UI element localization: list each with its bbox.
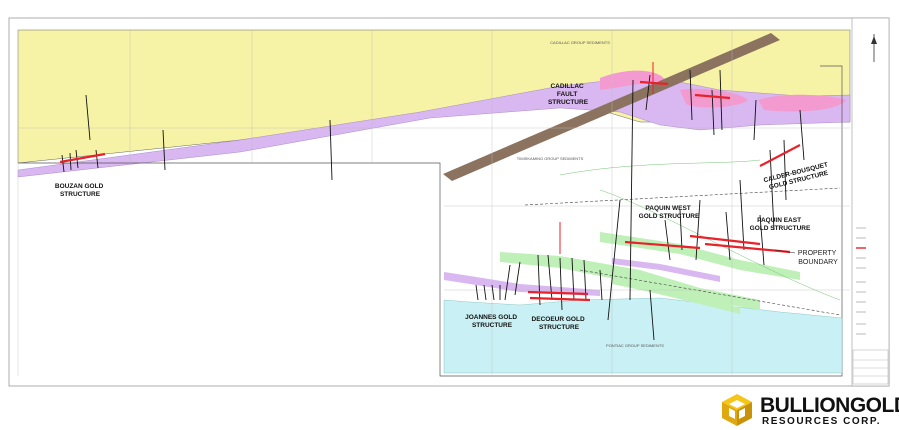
title-block	[852, 349, 889, 385]
geology-map: CADILLAC GROUP SEDIMENTS TIMISKAMING GRO…	[8, 17, 890, 387]
decoeur-structure-label: DECOEUR GOLD STRUCTURE	[532, 316, 587, 331]
bulliongold-logo: BULLIONGOLD RESOURCES CORP.	[718, 392, 899, 428]
joannes-structure-label: JOANNES GOLD STRUCTURE	[465, 314, 519, 329]
paquin-west-structure-label: PAQUIN WEST GOLD STRUCTURE	[639, 205, 700, 220]
logo-subtitle-text: RESOURCES CORP.	[762, 416, 882, 427]
pontiac-sediments-label: PONTIAC GROUP SEDIMENTS	[606, 343, 664, 348]
paquin-east-structure-label: PAQUIN EAST GOLD STRUCTURE	[750, 217, 811, 232]
timiskaming-sediments-label: TIMISKAMING GROUP SEDIMENTS	[517, 156, 584, 161]
cadillac-sediments-label: CADILLAC GROUP SEDIMENTS	[550, 40, 610, 45]
bouzan-structure-label: BOUZAN GOLD STRUCTURE	[55, 183, 105, 198]
legend-panel	[851, 17, 890, 387]
logo-brand-text: BULLIONGOLD	[760, 394, 899, 417]
gold-cube-logo-icon	[722, 394, 752, 426]
